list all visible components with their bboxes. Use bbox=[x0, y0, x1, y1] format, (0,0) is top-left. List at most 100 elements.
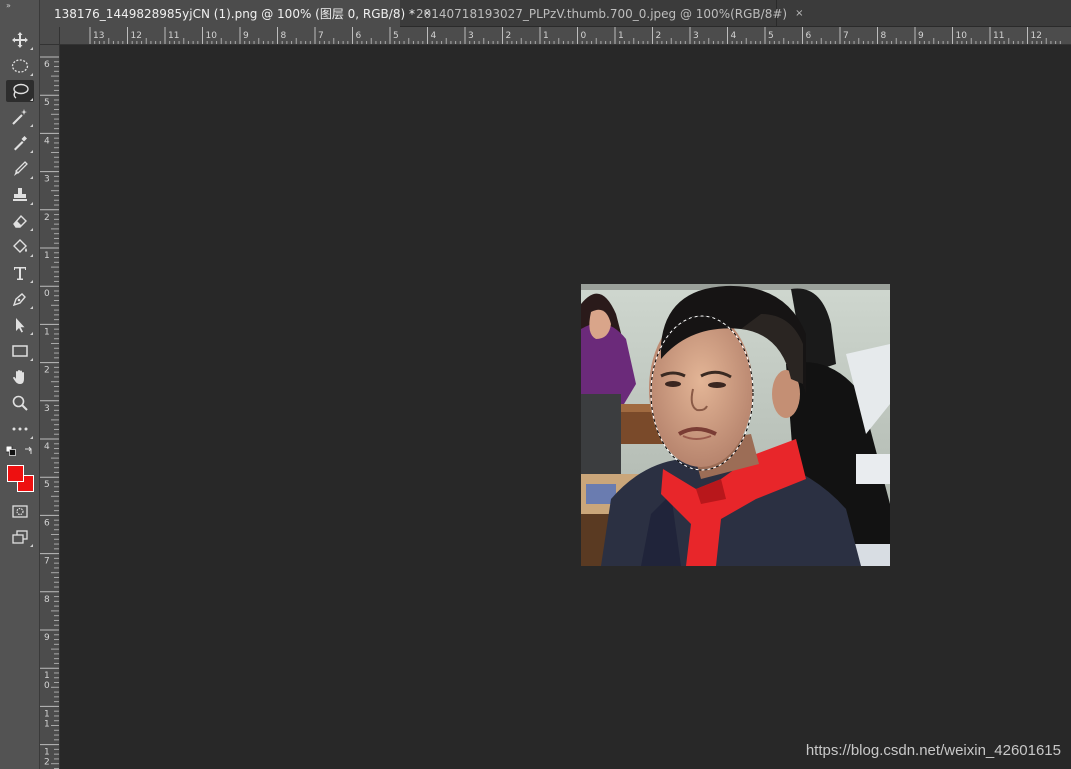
document-tab-active[interactable]: 138176_1449828985yjCN (1).png @ 100% (图层… bbox=[40, 0, 431, 27]
close-tab-icon[interactable]: × bbox=[795, 8, 803, 19]
hand-icon bbox=[13, 370, 24, 384]
quick-mask-button[interactable] bbox=[6, 500, 34, 522]
ruler-label: 4 bbox=[44, 136, 50, 146]
ruler-label: 11 bbox=[168, 31, 179, 41]
eraser-icon bbox=[13, 214, 27, 228]
ruler-label: 6 bbox=[44, 518, 50, 528]
horizontal-ruler-ticks: 13 12 11 10 9 8 7 6 5 4 3 2 1 0 1 2 3 4 5 6 7 8 9 10 11 12 bbox=[89, 27, 1061, 44]
ruler-label: 3 bbox=[693, 31, 699, 41]
type-tool[interactable] bbox=[6, 262, 34, 284]
default-colors-icon[interactable] bbox=[6, 446, 16, 456]
swap-colors-icon[interactable] bbox=[24, 446, 34, 456]
ruler-label: 1 bbox=[44, 671, 50, 681]
ruler-label: 9 bbox=[44, 633, 50, 643]
ruler-label: 8 bbox=[44, 595, 50, 605]
ruler-label: 10 bbox=[956, 31, 968, 41]
ruler-label: 4 bbox=[44, 442, 50, 452]
arrow-icon bbox=[16, 318, 25, 333]
brush-tool[interactable] bbox=[6, 158, 34, 180]
ruler-label: 7 bbox=[318, 31, 324, 41]
color-controls bbox=[6, 446, 34, 458]
canvas-area[interactable]: https://blog.csdn.net/weixin_42601615 bbox=[60, 45, 1071, 769]
ruler-label: 4 bbox=[431, 31, 437, 41]
ruler-label: 1 bbox=[44, 719, 50, 729]
ruler-label: 8 bbox=[281, 31, 287, 41]
vertical-ruler-ticks: 6543210123456789101112 bbox=[40, 56, 59, 769]
ruler-label: 5 bbox=[44, 480, 50, 490]
ruler-label: 6 bbox=[44, 60, 50, 70]
ruler-label: 3 bbox=[44, 175, 50, 185]
move-icon bbox=[12, 32, 28, 48]
ruler-label: 1 bbox=[44, 709, 50, 719]
ruler-label: 3 bbox=[44, 404, 50, 414]
document-image[interactable] bbox=[581, 284, 890, 566]
more-icon bbox=[12, 427, 28, 431]
ruler-label: 2 bbox=[44, 213, 50, 223]
ruler-label: 6 bbox=[806, 31, 812, 41]
ellipse-marquee-icon bbox=[11, 59, 29, 73]
rectangle-tool[interactable] bbox=[6, 340, 34, 362]
vertical-ruler[interactable]: 6543210123456789101112 bbox=[40, 45, 60, 769]
quick-mask-icon bbox=[12, 505, 28, 518]
watermark-text: https://blog.csdn.net/weixin_42601615 bbox=[805, 742, 1061, 759]
eraser-tool[interactable] bbox=[6, 210, 34, 232]
ruler-label: 0 bbox=[44, 289, 50, 299]
ruler-label: 1 bbox=[543, 31, 549, 41]
ruler-label: 4 bbox=[731, 31, 737, 41]
ruler-label: 2 bbox=[44, 366, 50, 376]
tools-panel: » bbox=[0, 0, 40, 769]
ruler-label: 9 bbox=[243, 31, 249, 41]
magic-wand-tool[interactable] bbox=[6, 106, 34, 128]
brush-icon bbox=[14, 161, 28, 176]
ruler-label: 7 bbox=[843, 31, 849, 41]
screen-mode-icon bbox=[12, 530, 28, 544]
more-tools[interactable] bbox=[6, 418, 34, 440]
clone-stamp-tool[interactable] bbox=[6, 184, 34, 206]
ruler-label: 1 bbox=[44, 327, 50, 337]
bucket-icon bbox=[13, 239, 27, 253]
move-tool[interactable] bbox=[6, 29, 34, 51]
stamp-icon bbox=[13, 188, 27, 201]
ruler-label: 10 bbox=[206, 31, 218, 41]
ruler-label: 12 bbox=[1031, 31, 1042, 41]
photo-classroom-boy bbox=[581, 284, 890, 566]
screen-mode-button[interactable] bbox=[6, 526, 34, 548]
ruler-label: 0 bbox=[581, 31, 587, 41]
tab-title: 20140718193027_PLPzV.thumb.700_0.jpeg @ … bbox=[416, 6, 788, 21]
zoom-icon bbox=[12, 395, 28, 411]
foreground-color-swatch[interactable] bbox=[7, 465, 24, 482]
document-tab-bar: 138176_1449828985yjCN (1).png @ 100% (图层… bbox=[40, 0, 1071, 27]
ruler-label: 2 bbox=[506, 31, 512, 41]
ruler-label: 2 bbox=[656, 31, 662, 41]
elliptical-marquee-tool[interactable] bbox=[6, 55, 34, 77]
path-selection-tool[interactable] bbox=[6, 314, 34, 336]
ruler-label: 5 bbox=[768, 31, 774, 41]
ruler-label: 1 bbox=[618, 31, 624, 41]
hand-tool[interactable] bbox=[6, 366, 34, 388]
eyedropper-tool[interactable] bbox=[6, 132, 34, 154]
ruler-label: 9 bbox=[918, 31, 924, 41]
horizontal-ruler[interactable]: 13 12 11 10 9 8 7 6 5 4 3 2 1 0 1 2 3 4 5 6 7 8 9 10 11 12 bbox=[60, 27, 1071, 45]
lasso-tool[interactable] bbox=[6, 80, 34, 102]
rectangle-icon bbox=[12, 345, 28, 357]
tab-title: 138176_1449828985yjCN (1).png @ 100% (图层… bbox=[54, 7, 415, 21]
document-tab[interactable]: 20140718193027_PLPzV.thumb.700_0.jpeg @ … bbox=[402, 0, 803, 27]
magic-wand-icon bbox=[12, 109, 27, 125]
zoom-tool[interactable] bbox=[6, 392, 34, 414]
ruler-label: 2 bbox=[44, 758, 50, 768]
pen-tool[interactable] bbox=[6, 288, 34, 310]
ruler-label: 8 bbox=[881, 31, 887, 41]
paint-bucket-tool[interactable] bbox=[6, 236, 34, 258]
type-icon bbox=[14, 267, 26, 280]
ruler-label: 3 bbox=[468, 31, 474, 41]
panel-grip[interactable]: » bbox=[6, 1, 11, 10]
pen-icon bbox=[12, 293, 26, 307]
ruler-label: 12 bbox=[131, 31, 142, 41]
ruler-label: 1 bbox=[44, 251, 50, 261]
ruler-label: 11 bbox=[993, 31, 1004, 41]
ruler-origin[interactable] bbox=[40, 27, 60, 45]
ruler-label: 5 bbox=[393, 31, 399, 41]
ruler-label: 1 bbox=[44, 748, 50, 758]
ruler-label: 0 bbox=[44, 681, 50, 691]
ruler-label: 5 bbox=[44, 98, 50, 108]
